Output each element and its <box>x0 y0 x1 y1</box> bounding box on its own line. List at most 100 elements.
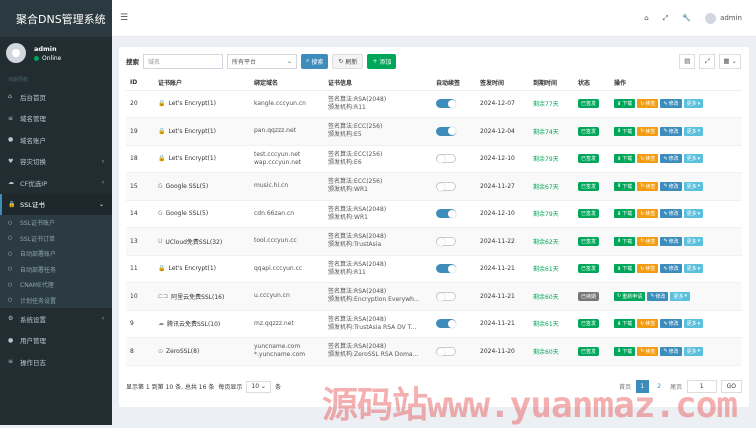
fullscreen-icon[interactable]: ⤢ <box>663 14 669 23</box>
home-icon[interactable]: ⌂ <box>644 14 648 22</box>
more-button[interactable]: 更多 ▾ <box>683 154 704 164</box>
sidebar-bottom-item-0[interactable]: ⚙ 系统设置 ‹ <box>0 308 112 330</box>
edit-button[interactable]: ✎ 修改 <box>660 264 682 274</box>
download-button[interactable]: ⬇ 下载 <box>614 346 636 356</box>
auto-renew-toggle[interactable] <box>436 154 456 164</box>
sidebar-bottom-item-1[interactable]: ● 用户管理 <box>0 330 112 352</box>
column-header[interactable]: 证书信息 <box>324 75 432 91</box>
action-icon: ↻ <box>640 238 645 245</box>
auto-renew-toggle[interactable] <box>436 346 456 356</box>
column-header[interactable]: ID <box>126 75 154 91</box>
renew-button[interactable]: ↻ 续签 <box>637 154 659 164</box>
page-go-button[interactable]: GO <box>720 380 742 393</box>
last-page-link[interactable]: 尾页 <box>670 380 683 393</box>
renew-button[interactable]: ↻ 续签 <box>637 236 659 246</box>
sidebar-bottom-item-2[interactable]: ≡ 操作日志 <box>0 351 112 373</box>
more-button[interactable]: 更多 ▾ <box>683 264 704 274</box>
more-button[interactable]: 更多 ▾ <box>670 291 690 301</box>
top-user-menu[interactable]: admin <box>705 12 742 24</box>
status-badge: 已续期 <box>578 291 600 301</box>
columns-icon[interactable]: ▦ ⌄ <box>719 53 741 69</box>
domain-search-input[interactable]: 域名 <box>143 53 223 69</box>
refresh-button[interactable]: ↻ 刷新 <box>332 53 364 69</box>
per-page-select[interactable]: 10 ⌄ <box>246 380 271 393</box>
edit-button[interactable]: ✎ 修改 <box>660 154 682 164</box>
more-button[interactable]: 更多 ▾ <box>683 346 704 356</box>
app-title[interactable]: 聚合DNS管理系统 <box>0 0 112 37</box>
sidebar-item-4[interactable]: ☁ CF优选IP ‹ <box>0 172 112 194</box>
download-button[interactable]: ⬇ 下载 <box>614 126 636 136</box>
more-button[interactable]: 更多 ▾ <box>683 319 704 329</box>
edit-button[interactable]: ✎ 修改 <box>660 99 682 109</box>
auto-renew-toggle[interactable] <box>436 236 456 246</box>
add-button[interactable]: + 添加 <box>367 53 397 69</box>
edit-button[interactable]: ✎ 修改 <box>660 346 682 356</box>
auto-renew-toggle[interactable] <box>436 99 456 109</box>
renew-button[interactable]: ↻ 续签 <box>637 346 659 356</box>
renew-button[interactable]: ↻ 续签 <box>637 319 659 329</box>
sidebar-item-1[interactable]: ≡ 域名管理 <box>0 108 112 130</box>
download-button[interactable]: ⬇ 下载 <box>614 209 636 219</box>
sidebar-item-5[interactable]: 🔒 SSL证书 ⌄ <box>0 193 112 215</box>
sidebar-subitem-4[interactable]: ○ CNAME代理 <box>0 277 112 293</box>
reapply-button[interactable]: ↻ 重新申请 <box>614 291 646 301</box>
download-button[interactable]: ⬇ 下载 <box>614 319 636 329</box>
more-button[interactable]: 更多 ▾ <box>683 181 704 191</box>
sidebar-item-3[interactable]: ♥ 容灾切换 ‹ <box>0 151 112 173</box>
renew-button[interactable]: ↻ 续签 <box>637 209 659 219</box>
download-button[interactable]: ⬇ 下载 <box>614 181 636 191</box>
sidebar-subitem-3[interactable]: ○ 自动部署任务 <box>0 262 112 278</box>
renew-button[interactable]: ↻ 续签 <box>637 99 659 109</box>
sidebar-subitem-2[interactable]: ○ 自动部署账户 <box>0 246 112 262</box>
first-page-link[interactable]: 首页 <box>619 380 632 393</box>
more-button[interactable]: 更多 ▾ <box>683 236 704 246</box>
sidebar-item-0[interactable]: ⌂ 后台首页 <box>0 86 112 108</box>
fullscreen-icon[interactable]: ⤢ <box>699 53 716 69</box>
column-header[interactable]: 自动续签 <box>432 75 476 91</box>
auto-renew-toggle[interactable] <box>436 264 456 274</box>
menu-toggle-icon[interactable]: ☰ <box>120 13 128 23</box>
edit-button[interactable]: ✎ 修改 <box>660 181 682 191</box>
auto-renew-toggle[interactable] <box>436 126 456 136</box>
edit-button[interactable]: ✎ 修改 <box>647 291 669 301</box>
download-button[interactable]: ⬇ 下载 <box>614 154 636 164</box>
column-header[interactable]: 到期时间 <box>529 75 574 91</box>
column-header[interactable]: 操作 <box>610 75 742 91</box>
platform-select[interactable]: 所有平台 ⌄ <box>227 53 297 69</box>
column-header[interactable]: 状态 <box>574 75 610 91</box>
cell-status: 已签发 <box>574 117 610 146</box>
edit-button[interactable]: ✎ 修改 <box>660 209 682 219</box>
column-header[interactable]: 签发时间 <box>476 75 529 91</box>
status-badge: 已签发 <box>578 154 600 164</box>
auto-renew-toggle[interactable] <box>436 291 456 301</box>
download-button[interactable]: ⬇ 下载 <box>614 99 636 109</box>
auto-renew-toggle[interactable] <box>436 181 456 191</box>
auto-renew-toggle[interactable] <box>436 319 456 329</box>
renew-button[interactable]: ↻ 续签 <box>637 126 659 136</box>
column-header[interactable]: 绑定域名 <box>250 75 324 91</box>
edit-button[interactable]: ✎ 修改 <box>660 126 682 136</box>
more-button[interactable]: 更多 ▾ <box>683 126 704 136</box>
sidebar-item-2[interactable]: ● 域名账户 <box>0 129 112 151</box>
page-link-1[interactable]: 1 <box>635 380 649 393</box>
sidebar-subitem-1[interactable]: ○ SSL证书订单 <box>0 231 112 247</box>
edit-button[interactable]: ✎ 修改 <box>660 236 682 246</box>
renew-button[interactable]: ↻ 续签 <box>637 264 659 274</box>
page-link-2[interactable]: 2 <box>653 380 666 393</box>
card-view-icon[interactable]: ▤ <box>679 53 696 69</box>
more-button[interactable]: 更多 ▾ <box>683 99 704 109</box>
download-button[interactable]: ⬇ 下载 <box>614 264 636 274</box>
sidebar-subitem-5[interactable]: ○ 计划任务设置 <box>0 293 112 309</box>
renew-button[interactable]: ↻ 续签 <box>637 181 659 191</box>
action-label: 修改 <box>668 348 679 355</box>
auto-renew-toggle[interactable] <box>436 209 456 219</box>
sidebar-subitem-label: 计划任务设置 <box>20 297 57 305</box>
download-button[interactable]: ⬇ 下载 <box>614 236 636 246</box>
column-header[interactable]: 证书账户 <box>154 75 250 91</box>
more-button[interactable]: 更多 ▾ <box>683 209 704 219</box>
edit-button[interactable]: ✎ 修改 <box>660 319 682 329</box>
wrench-icon[interactable]: 🔧 <box>682 14 691 22</box>
search-button[interactable]: ⌕ 搜索 <box>301 53 329 69</box>
page-jump-input[interactable]: 1 <box>686 380 717 393</box>
sidebar-subitem-0[interactable]: ○ SSL证书账户 <box>0 215 112 231</box>
